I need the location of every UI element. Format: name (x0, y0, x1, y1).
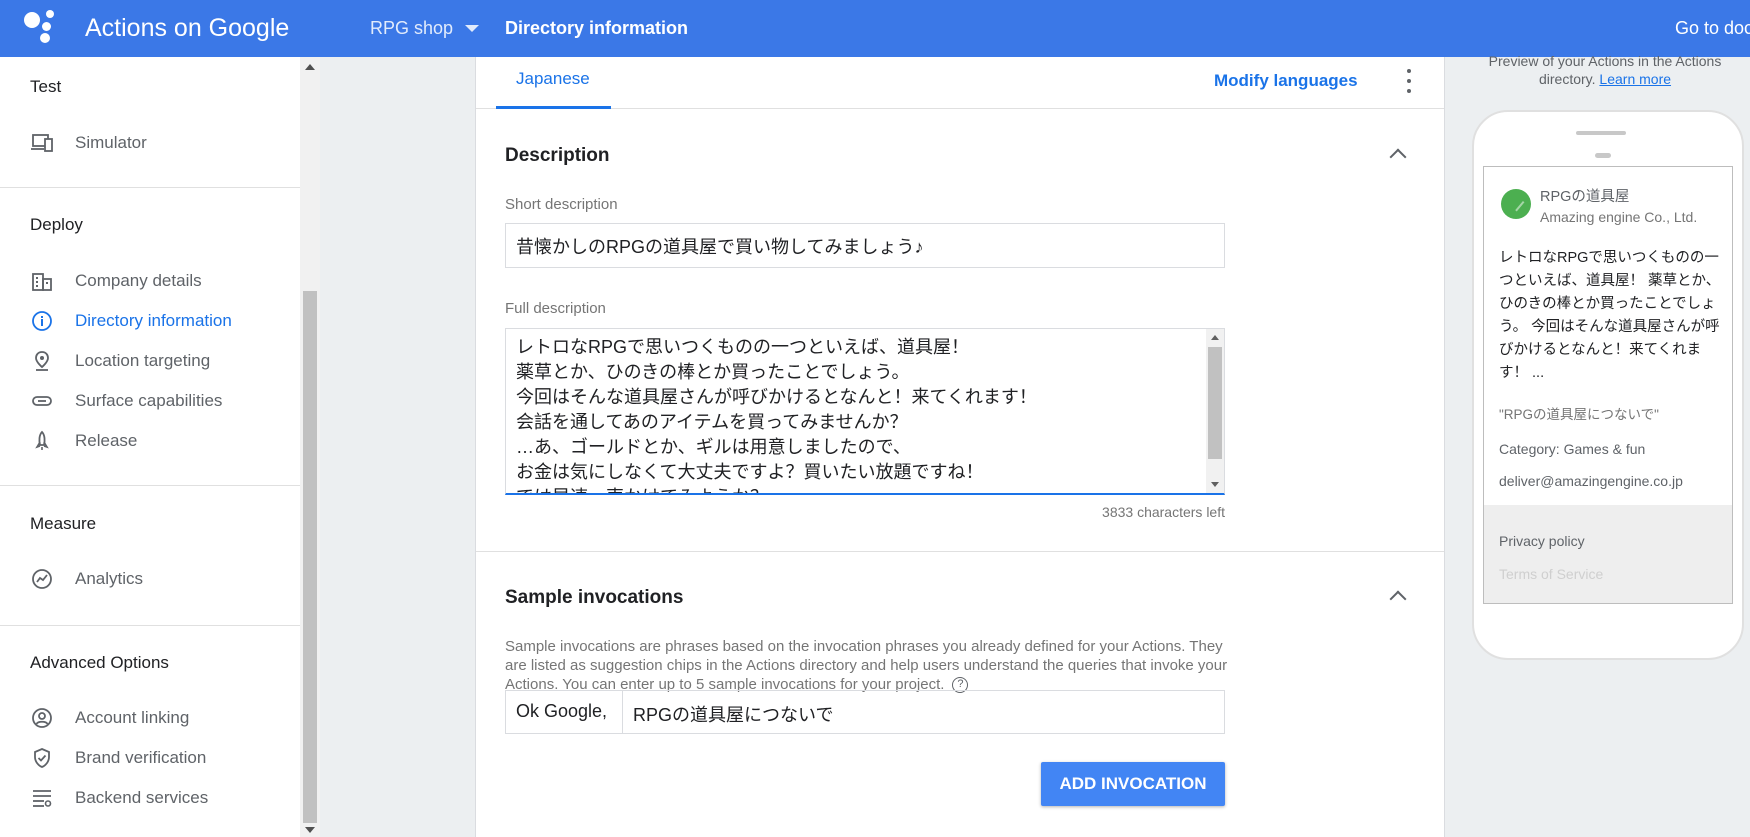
full-description-textarea[interactable]: レトロなRPGで思いつくものの一つといえば、道具屋！ 薬草とか、ひのきの棒とか買… (505, 328, 1225, 495)
phone-screen: RPGの道具屋 Amazing engine Co., Ltd. レトロなRPG… (1483, 166, 1733, 604)
full-description-label: Full description (505, 300, 606, 317)
full-description-line: 薬草とか、ひのきの棒とか買ったことでしょう。 (516, 362, 910, 382)
google-assistant-logo-icon[interactable] (24, 10, 60, 43)
project-selector[interactable]: RPG shop (370, 18, 480, 39)
full-description-line: 今回はそんな道具屋さんが呼びかけるとなんと！来てくれます！ (516, 387, 1037, 407)
preview-footer: Privacy policy Terms of Service (1484, 505, 1732, 603)
preview-company: Amazing engine Co., Ltd. (1540, 209, 1698, 225)
textarea-scrollbar[interactable] (1206, 329, 1224, 493)
full-description-line: 会話を通してあのアイテムを買ってみませんか？ (516, 412, 908, 432)
sidebar-item-surface-capabilities[interactable]: Surface capabilities (30, 389, 222, 413)
page-breadcrumb: Directory information (505, 18, 689, 38)
sidebar-item-release[interactable]: Release (30, 429, 137, 453)
phone-camera (1595, 153, 1611, 158)
sidebar-item-company-details[interactable]: Company details (30, 269, 202, 293)
chevron-up-icon[interactable] (1389, 148, 1407, 166)
project-name: RPG shop (370, 18, 454, 38)
sidebar-item-label: Company details (75, 271, 202, 290)
active-tab-indicator (496, 106, 611, 109)
sidebar-item-label: Simulator (75, 133, 147, 152)
backend-list-icon (30, 786, 54, 810)
full-description-line: お金は気にしなくて大丈夫ですよ？買いたい放題ですね！ (516, 462, 984, 482)
sidebar-item-label: Release (75, 431, 138, 450)
section-title-deploy: Deploy (30, 215, 83, 234)
preview-category: Category: Games & fun (1499, 441, 1646, 457)
privacy-policy-link[interactable]: Privacy policy (1499, 533, 1585, 549)
modify-languages-button[interactable]: Modify languages (1214, 71, 1358, 91)
sidebar-item-location-targeting[interactable]: Location targeting (30, 349, 210, 373)
preview-invocation: "RPGの道具屋につないで" (1499, 407, 1659, 422)
textarea-scrollbar-thumb[interactable] (1208, 347, 1222, 459)
section-title-measure: Measure (30, 514, 97, 533)
short-description-label: Short description (505, 196, 618, 213)
top-app-bar: Actions on Google RPG shop Directory inf… (0, 0, 1750, 57)
preview-app-name: RPGの道具屋 (1540, 189, 1630, 205)
directory-info-card: Japanese Modify languages Description Sh… (475, 57, 1445, 837)
sidebar-item-label: Analytics (75, 569, 144, 588)
full-description-line: では早速、声かけてみようか？ (516, 485, 1214, 493)
location-pin-icon (30, 349, 54, 373)
scroll-up-arrow-icon[interactable] (305, 64, 315, 70)
devices-icon (30, 131, 54, 155)
section-title-test: Test (30, 77, 62, 96)
scroll-down-arrow-icon[interactable] (305, 827, 315, 833)
sample-invocations-section-title: Sample invocations (505, 587, 684, 608)
sidebar-divider (0, 485, 300, 486)
description-section-title: Description (505, 145, 610, 166)
full-description-line: …あ、ゴールドとか、ギルは用意しましたので、 (516, 437, 911, 457)
rocket-icon (30, 429, 54, 453)
sidebar-item-simulator[interactable]: Simulator (30, 131, 147, 155)
info-icon (30, 309, 54, 333)
chevron-down-icon (465, 25, 480, 32)
add-invocation-button[interactable]: ADD INVOCATION (1041, 762, 1225, 806)
sidebar-item-label: Location targeting (75, 351, 211, 370)
account-circle-icon (30, 706, 54, 730)
scroll-up-arrow-icon[interactable] (1211, 335, 1219, 340)
preview-intro: Preview of your Actions in the Actions d… (1470, 52, 1740, 88)
sidebar-item-directory-information[interactable]: Directory information (30, 309, 232, 333)
section-divider (476, 551, 1444, 552)
sidebar-item-label: Directory information (75, 311, 232, 330)
phone-speaker (1576, 131, 1626, 135)
invocation-prefix: Ok Google, (506, 691, 623, 733)
app-leaf-icon (1501, 189, 1531, 219)
sidebar-divider (0, 625, 300, 626)
more-vert-icon[interactable] (1404, 69, 1414, 93)
scroll-down-arrow-icon[interactable] (1211, 482, 1219, 487)
scrollbar-thumb[interactable] (303, 291, 317, 823)
sidebar: Test Simulator Deploy Company details Di… (0, 57, 300, 837)
section-title-advanced: Advanced Options (30, 653, 169, 672)
sidebar-item-brand-verification[interactable]: Brand verification (30, 746, 206, 770)
sidebar-item-backend-services[interactable]: Backend services (30, 786, 208, 810)
language-tab-bar: Japanese Modify languages (476, 57, 1444, 109)
sidebar-item-label: Brand verification (75, 748, 207, 767)
sidebar-item-label: Surface capabilities (75, 391, 223, 410)
terms-of-service-link[interactable]: Terms of Service (1499, 566, 1603, 582)
building-icon (30, 269, 54, 293)
preview-description: レトロなRPGで思いつくものの一つといえば、道具屋！ 薬草とか、ひのきの棒とか買… (1499, 250, 1721, 381)
sidebar-item-analytics[interactable]: Analytics (30, 567, 143, 591)
characters-left-counter: 3833 characters left (1102, 504, 1225, 520)
sidebar-scrollbar[interactable] (300, 57, 320, 837)
full-description-line: レトロなRPGで思いつくものの一つといえば、道具屋！ (516, 337, 970, 357)
shield-check-icon (30, 746, 54, 770)
invocation-input[interactable]: RPGの道具屋につないで (623, 691, 1224, 733)
sidebar-item-account-linking[interactable]: Account linking (30, 706, 189, 730)
help-text: Sample invocations are phrases based on … (505, 638, 1228, 693)
app-title[interactable]: Actions on Google (85, 14, 289, 43)
analytics-icon (30, 567, 54, 591)
tab-japanese[interactable]: Japanese (496, 69, 610, 109)
learn-more-link[interactable]: Learn more (1599, 71, 1671, 87)
go-to-docs-link[interactable]: Go to doc (1675, 18, 1750, 39)
sample-invocations-help-text: Sample invocations are phrases based on … (505, 637, 1235, 694)
link-icon (30, 389, 54, 413)
short-description-input[interactable]: 昔懐かしのRPGの道具屋で買い物してみましょう♪ (505, 223, 1225, 268)
invocation-row: Ok Google, RPGの道具屋につないで (505, 690, 1225, 734)
chevron-up-icon[interactable] (1389, 590, 1407, 608)
sidebar-item-label: Backend services (75, 788, 209, 807)
preview-email: deliver@amazingengine.co.jp (1499, 473, 1683, 489)
sidebar-divider (0, 187, 300, 188)
sidebar-item-label: Account linking (75, 708, 190, 727)
